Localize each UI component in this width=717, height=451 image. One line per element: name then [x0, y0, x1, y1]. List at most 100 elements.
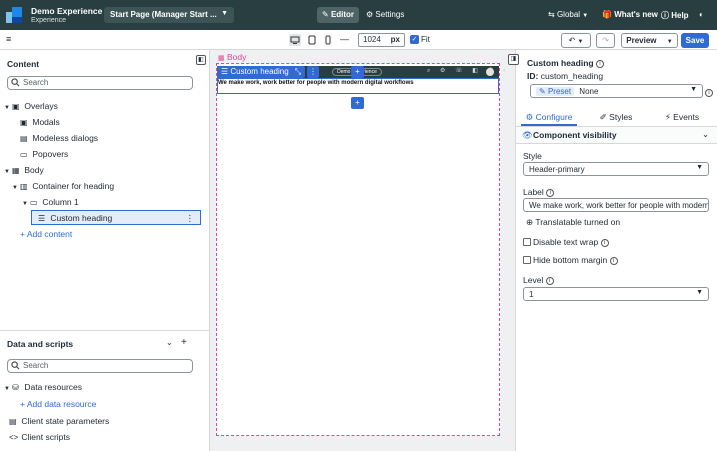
tree-item-label: Modeless dialogs — [32, 133, 99, 143]
collapse-config-icon[interactable]: ◨ — [508, 54, 519, 65]
tree-item-label: Column 1 — [42, 197, 79, 207]
settings-button[interactable]: ⚙ Settings — [361, 7, 409, 23]
preset-select[interactable]: ✎ Preset None ▼ — [530, 84, 703, 98]
tab-configure[interactable]: ⚙ Configure — [521, 110, 577, 126]
hide-margin-checkbox[interactable] — [523, 256, 531, 264]
mobile-view-icon[interactable] — [322, 34, 334, 46]
overlay-icon: ▣ — [12, 102, 20, 111]
gear-icon: ⚙ — [366, 10, 374, 19]
popover-icon: ▭ — [20, 150, 28, 159]
data-search-input[interactable]: Search — [7, 359, 193, 373]
add-content-link[interactable]: + Add content — [20, 227, 72, 241]
theme-toggle-icon[interactable]: ◐ — [694, 7, 709, 23]
scope-icon: ⇆ — [548, 10, 555, 19]
more-options-icon[interactable]: ⋮ — [186, 211, 195, 225]
config-title: Custom heading i — [527, 58, 604, 68]
gear-icon: ⚙ — [525, 112, 534, 122]
editor-button[interactable]: ✎ Editor — [317, 7, 360, 23]
width-input[interactable]: 1024 px — [358, 33, 405, 47]
tree-item-column-1[interactable]: ▼ ▭ Column 1 — [22, 195, 79, 209]
tree-item-container-for-heading[interactable]: ▼ ▥ Container for heading — [12, 179, 114, 193]
style-select[interactable]: Header-primary ▼ — [523, 162, 709, 176]
data-scripts-title: Data and scripts — [7, 339, 74, 349]
info-icon[interactable]: i — [595, 59, 604, 68]
tree-item-label: Client state parameters — [21, 416, 110, 426]
tree-item-client-scripts[interactable]: <> Client scripts — [9, 430, 70, 444]
label-value: We make work, work better for people wit… — [529, 200, 709, 210]
preset-label: Preset — [547, 86, 572, 96]
tab-label: Events — [673, 112, 700, 122]
plus-icon: + — [20, 399, 25, 409]
heading-text: We make work, work better for people wit… — [218, 80, 414, 86]
data-search-placeholder: Search — [23, 361, 49, 370]
tab-styles[interactable]: ✐ Styles — [592, 110, 640, 126]
save-button[interactable]: Save — [681, 33, 709, 48]
tree-item-label: Popovers — [32, 149, 69, 159]
collapse-panel-icon[interactable]: ◧ — [196, 55, 206, 65]
tree-item-modeless-dialogs[interactable]: ▤ Modeless dialogs — [20, 131, 98, 145]
desktop-view-icon[interactable] — [289, 34, 301, 46]
move-handle-icon[interactable]: ⤡ — [291, 66, 305, 78]
selected-component-name: Custom heading — [230, 67, 289, 76]
editor-label: Editor — [330, 10, 355, 19]
lightning-icon: ⚡ — [664, 112, 671, 122]
page-frame[interactable] — [216, 63, 500, 436]
tree-item-label: Custom heading — [50, 213, 113, 223]
chevron-down-icon: ▼ — [690, 86, 697, 93]
more-options-icon[interactable]: ⋮ — [307, 66, 319, 78]
search-icon — [11, 78, 20, 87]
add-data-resource-label: Add data resource — [26, 399, 97, 409]
config-title-label: Custom heading — [527, 58, 594, 68]
add-above-icon[interactable]: + — [351, 66, 364, 78]
caret-down-icon: ▼ — [4, 105, 10, 111]
info-icon[interactable]: i — [609, 256, 618, 265]
app-header: Demo Experience Experience Start Page (M… — [0, 0, 717, 30]
level-select[interactable]: 1 ▼ — [523, 287, 709, 301]
page-selector[interactable]: Start Page (Manager Start ... ▼ — [104, 7, 234, 23]
label-label: Label — [523, 187, 544, 197]
chevron-down-icon: ▼ — [666, 39, 673, 45]
heading-icon: ☰ — [38, 214, 46, 223]
add-below-icon[interactable]: + — [351, 97, 364, 109]
tree-item-data-resources[interactable]: ▼ ⛁ Data resources — [4, 380, 82, 394]
preview-button[interactable]: Preview ▼ — [621, 33, 678, 48]
tree-item-custom-heading[interactable]: ☰ Custom heading ⋮ — [31, 210, 201, 225]
help-button[interactable]: ⓘ Help — [656, 7, 694, 23]
disable-wrap-checkbox[interactable] — [523, 238, 531, 246]
tree-item-label: Overlays — [24, 101, 58, 111]
info-icon[interactable]: i — [600, 238, 609, 247]
undo-button[interactable]: ↶ ▼ — [561, 33, 591, 48]
body-tag-label: Body — [227, 52, 247, 62]
tree-item-modals[interactable]: ▣ Modals — [20, 115, 60, 129]
chevron-down-icon[interactable]: ⌄ — [166, 338, 173, 347]
caret-down-icon: ▼ — [12, 185, 18, 191]
add-data-resource-link[interactable]: + Add data resource — [20, 397, 96, 411]
tree-item-overlays[interactable]: ▼ ▣ Overlays — [4, 99, 58, 113]
info-icon[interactable]: i — [546, 188, 555, 197]
tree-item-popovers[interactable]: ▭ Popovers — [20, 147, 68, 161]
selected-component-label[interactable]: ☰ Custom heading — [217, 66, 293, 78]
tree-item-client-state-parameters[interactable]: ▤ Client state parameters — [9, 414, 109, 428]
menu-icon[interactable]: ≡ — [6, 34, 11, 44]
whats-new-button[interactable]: 🎁 What's new — [597, 7, 663, 23]
style-label: Style — [523, 151, 542, 161]
info-icon[interactable]: i — [705, 87, 713, 97]
add-icon[interactable]: + — [181, 337, 187, 348]
minus-icon[interactable]: — — [340, 34, 349, 44]
scope-selector[interactable]: ⇆ Global ▼ — [543, 7, 593, 23]
tab-events[interactable]: ⚡ Events — [660, 110, 704, 126]
component-visibility-section[interactable]: 👁 Component visibility ⌄ — [516, 126, 717, 144]
fit-checkbox[interactable]: ✓ — [410, 35, 419, 44]
tree-item-body[interactable]: ▼ ▦ Body — [4, 163, 44, 177]
body-tag[interactable]: ▦ Body — [218, 52, 246, 62]
preset-tag: ✎ Preset — [536, 86, 575, 96]
tablet-view-icon[interactable] — [306, 34, 318, 46]
tab-label: Styles — [609, 112, 633, 122]
content-search-input[interactable]: Search — [7, 76, 193, 90]
panel-splitter[interactable] — [0, 330, 210, 331]
label-input[interactable]: We make work, work better for people wit… — [523, 198, 709, 212]
chevron-down-icon: ⌄ — [702, 129, 710, 139]
info-icon[interactable]: i — [545, 276, 554, 285]
redo-button[interactable]: ↷ — [596, 33, 615, 48]
translatable-label: Translatable turned on — [535, 217, 621, 227]
